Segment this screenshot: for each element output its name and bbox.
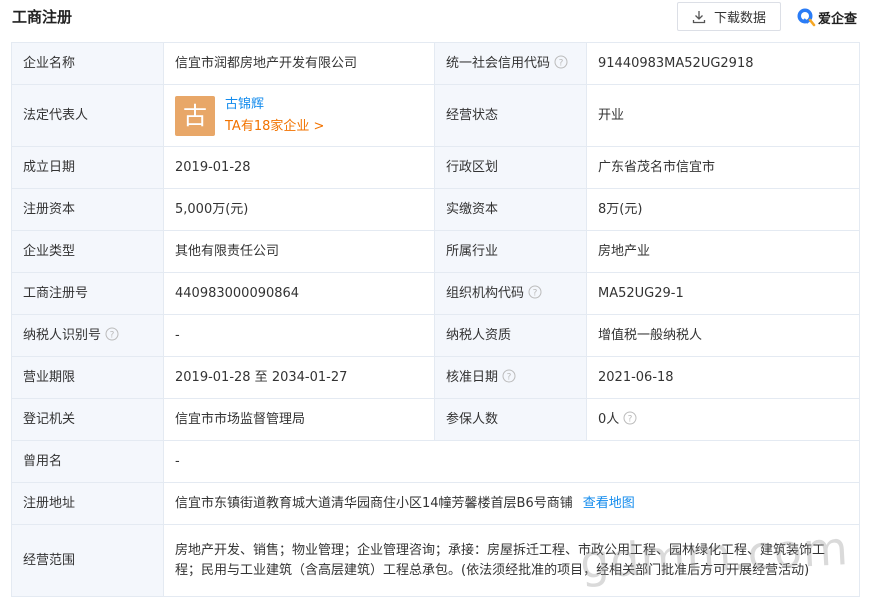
svg-text:?: ?	[628, 414, 633, 424]
legal-rep-name-link[interactable]: 古锦辉	[225, 95, 324, 115]
svg-text:?: ?	[533, 288, 538, 298]
status-value: 开业	[586, 84, 860, 147]
address-label: 注册地址	[11, 482, 164, 525]
taxpayer-id-label-cell: 纳税人识别号?	[11, 314, 164, 357]
table-row: 工商注册号 440983000090864 组织机构代码? MA52UG29-1	[11, 272, 860, 315]
company-name-label: 企业名称	[11, 42, 164, 85]
org-code-label: 组织机构代码	[446, 285, 525, 301]
help-icon[interactable]: ?	[554, 55, 568, 69]
table-row: 纳税人识别号? - 纳税人资质 增值税一般纳税人	[11, 314, 860, 357]
insured-value: 0人	[598, 411, 620, 427]
table-row: 曾用名 -	[11, 440, 860, 483]
section-header: 工商注册 下载数据 爱企查	[0, 0, 869, 40]
paid-capital-value: 8万(元)	[586, 188, 860, 231]
table-row: 登记机关 信宜市市场监督管理局 参保人数 0人?	[11, 398, 860, 441]
view-map-link[interactable]: 查看地图	[583, 496, 635, 511]
reg-number-value: 440983000090864	[163, 272, 435, 315]
scope-label: 经营范围	[11, 524, 164, 597]
help-icon[interactable]: ?	[623, 411, 637, 425]
founded-value: 2019-01-28	[163, 146, 435, 189]
legal-rep-companies-link[interactable]: TA有18家企业 >	[225, 117, 324, 137]
approval-date-label: 核准日期	[446, 369, 499, 385]
approval-date-label-cell: 核准日期?	[434, 356, 587, 399]
svg-text:?: ?	[507, 372, 512, 382]
authority-value: 信宜市市场监督管理局	[163, 398, 435, 441]
company-name-value: 信宜市润都房地产开发有限公司	[163, 42, 435, 85]
taxpayer-qual-value: 增值税一般纳税人	[586, 314, 860, 357]
org-code-value: MA52UG29-1	[586, 272, 860, 315]
table-row: 注册资本 5,000万(元) 实缴资本 8万(元)	[11, 188, 860, 231]
table-row: 法定代表人 古 古锦辉 TA有18家企业 > 经营状态 开业	[11, 84, 860, 147]
address-value: 信宜市东镇街道教育城大道清华园商住小区14幢芳馨楼首层B6号商铺	[175, 495, 573, 511]
credit-code-value: 91440983MA52UG2918	[586, 42, 860, 85]
org-code-label-cell: 组织机构代码?	[434, 272, 587, 315]
insured-label: 参保人数	[434, 398, 587, 441]
download-data-button[interactable]: 下载数据	[677, 2, 781, 31]
taxpayer-id-value: -	[163, 314, 435, 357]
region-label: 行政区划	[434, 146, 587, 189]
reg-capital-value: 5,000万(元)	[163, 188, 435, 231]
approval-date-value: 2021-06-18	[586, 356, 860, 399]
status-label: 经营状态	[434, 84, 587, 147]
reg-capital-label: 注册资本	[11, 188, 164, 231]
former-name-value: -	[163, 440, 860, 483]
legal-rep-cell: 古 古锦辉 TA有18家企业 >	[163, 84, 435, 147]
section-title: 工商注册	[12, 8, 73, 26]
founded-label: 成立日期	[11, 146, 164, 189]
download-icon	[692, 10, 706, 23]
brand-logo: 爱企查	[796, 6, 857, 28]
table-row: 营业期限 2019-01-28 至 2034-01-27 核准日期? 2021-…	[11, 356, 860, 399]
table-row: 企业名称 信宜市润都房地产开发有限公司 统一社会信用代码? 91440983MA…	[11, 42, 860, 85]
download-data-label: 下载数据	[713, 11, 766, 26]
reg-number-label: 工商注册号	[11, 272, 164, 315]
address-cell: 信宜市东镇街道教育城大道清华园商住小区14幢芳馨楼首层B6号商铺 查看地图	[163, 482, 860, 525]
term-value: 2019-01-28 至 2034-01-27	[163, 356, 435, 399]
credit-code-label: 统一社会信用代码	[446, 55, 551, 71]
credit-code-label-cell: 统一社会信用代码?	[434, 42, 587, 85]
help-icon[interactable]: ?	[528, 285, 542, 299]
table-row: 成立日期 2019-01-28 行政区划 广东省茂名市信宜市	[11, 146, 860, 189]
table-row: 注册地址 信宜市东镇街道教育城大道清华园商住小区14幢芳馨楼首层B6号商铺 查看地…	[11, 482, 860, 525]
region-value: 广东省茂名市信宜市	[586, 146, 860, 189]
taxpayer-id-label: 纳税人识别号	[23, 327, 102, 343]
help-icon[interactable]: ?	[502, 369, 516, 383]
former-name-label: 曾用名	[11, 440, 164, 483]
svg-text:?: ?	[110, 330, 115, 340]
table-row: 企业类型 其他有限责任公司 所属行业 房地产业	[11, 230, 860, 273]
company-type-value: 其他有限责任公司	[163, 230, 435, 273]
authority-label: 登记机关	[11, 398, 164, 441]
paid-capital-label: 实缴资本	[434, 188, 587, 231]
registration-info-table: 企业名称 信宜市润都房地产开发有限公司 统一社会信用代码? 91440983MA…	[11, 42, 860, 597]
insured-value-cell: 0人?	[586, 398, 860, 441]
term-label: 营业期限	[11, 356, 164, 399]
aiqicha-logo-icon	[797, 8, 816, 27]
taxpayer-qual-label: 纳税人资质	[434, 314, 587, 357]
table-row: 经营范围 房地产开发、销售；物业管理；企业管理咨询；承接：房屋拆迁工程、市政公用…	[11, 524, 860, 597]
scope-value: 房地产开发、销售；物业管理；企业管理咨询；承接：房屋拆迁工程、市政公用工程、园林…	[163, 524, 860, 597]
brand-name: 爱企查	[818, 11, 858, 27]
legal-rep-label: 法定代表人	[11, 84, 164, 147]
industry-value: 房地产业	[586, 230, 860, 273]
industry-label: 所属行业	[434, 230, 587, 273]
svg-text:?: ?	[559, 58, 564, 68]
legal-rep-avatar[interactable]: 古	[175, 95, 215, 136]
help-icon[interactable]: ?	[105, 327, 119, 341]
company-type-label: 企业类型	[11, 230, 164, 273]
